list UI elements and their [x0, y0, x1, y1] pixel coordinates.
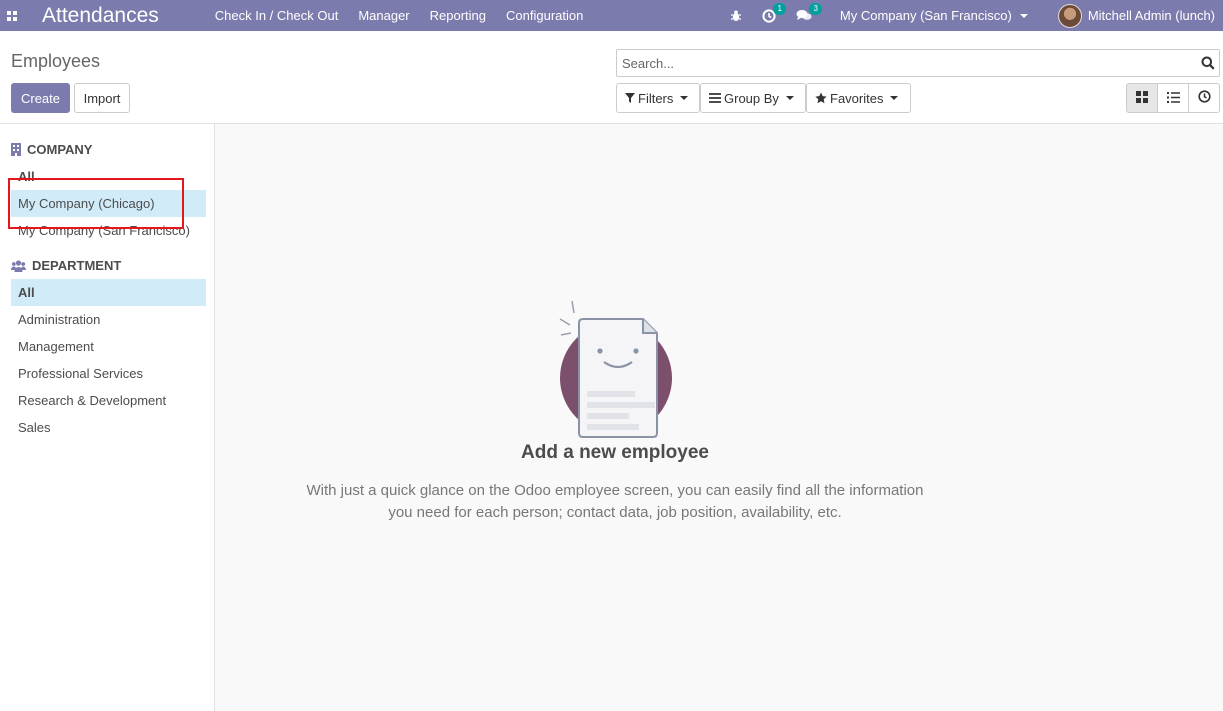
- page-title: Employees: [11, 51, 101, 71]
- filter-icon: [625, 93, 635, 103]
- activity-icon: [1197, 90, 1211, 106]
- filters-label: Filters: [638, 90, 674, 106]
- empty-state-title: Add a new employee: [521, 442, 709, 463]
- highlight-annotation-box: [8, 178, 184, 229]
- view-switcher: [1126, 83, 1220, 113]
- company-header-label: COMPANY: [27, 142, 93, 157]
- star-icon: [815, 92, 827, 104]
- messages-icon[interactable]: 3: [796, 3, 822, 22]
- search-input[interactable]: [617, 50, 1197, 76]
- department-item-management[interactable]: Management: [11, 333, 206, 360]
- filters-button[interactable]: Filters: [616, 83, 700, 113]
- chevron-down-icon: [890, 96, 899, 100]
- search-icon[interactable]: [1197, 56, 1219, 70]
- menu-reporting[interactable]: Reporting: [420, 8, 496, 23]
- main-menu: Check In / Check Out Manager Reporting C…: [205, 8, 594, 23]
- kanban-view-button[interactable]: [1126, 83, 1158, 113]
- search-bar: [616, 49, 1220, 77]
- app-title[interactable]: Attendances: [42, 4, 159, 28]
- activity-view-button[interactable]: [1188, 83, 1220, 113]
- department-item-all[interactable]: All: [11, 279, 206, 306]
- department-item-research-development[interactable]: Research & Development: [11, 387, 206, 414]
- list-view-button[interactable]: [1157, 83, 1189, 113]
- activity-clock-icon[interactable]: 1: [762, 2, 786, 23]
- bars-icon: [709, 93, 721, 103]
- favorites-label: Favorites: [830, 90, 884, 106]
- company-switcher-label: My Company (San Francisco): [839, 8, 1012, 23]
- menu-configuration[interactable]: Configuration: [496, 8, 593, 23]
- department-item-sales[interactable]: Sales: [11, 414, 206, 441]
- menu-manager[interactable]: Manager: [348, 8, 419, 23]
- bug-icon[interactable]: [730, 10, 742, 22]
- company-section-header: COMPANY: [11, 142, 92, 157]
- building-icon: [11, 143, 21, 156]
- chevron-down-icon: [680, 96, 689, 100]
- department-item-administration[interactable]: Administration: [11, 306, 206, 333]
- user-menu[interactable]: Mitchell Admin (lunch): [1057, 3, 1215, 28]
- apps-menu-icon[interactable]: [0, 0, 24, 31]
- activity-badge: 1: [773, 2, 786, 15]
- empty-state-text: With just a quick glance on the Odoo emp…: [306, 482, 924, 521]
- messages-badge: 3: [809, 3, 822, 15]
- user-name: Mitchell Admin (lunch): [1087, 8, 1215, 23]
- create-button[interactable]: Create: [11, 83, 70, 113]
- company-switcher[interactable]: My Company (San Francisco): [840, 8, 1028, 23]
- group-by-button[interactable]: Group By: [700, 83, 806, 113]
- department-item-professional-services[interactable]: Professional Services: [11, 360, 206, 387]
- smiling-document-icon: [557, 299, 677, 442]
- department-header-label: DEPARTMENT: [32, 258, 122, 273]
- menu-check-in-out[interactable]: Check In / Check Out: [205, 8, 349, 23]
- avatar: [1057, 3, 1082, 28]
- users-icon: [11, 259, 26, 272]
- navbar-systray: 1 3 My Company (San Francisco) Mitchell …: [730, 0, 1223, 31]
- kanban-empty-state: Add a new employee With just a quick gla…: [215, 124, 1223, 711]
- control-panel: Employees Create Import Filters Group By…: [0, 31, 1223, 124]
- kanban-icon: [1136, 90, 1148, 106]
- chevron-down-icon: [785, 96, 794, 100]
- chevron-down-icon: [1019, 13, 1028, 18]
- department-section-header: DEPARTMENT: [11, 258, 121, 273]
- favorites-button[interactable]: Favorites: [806, 83, 911, 113]
- group-by-label: Group By: [724, 90, 779, 106]
- import-button[interactable]: Import: [74, 83, 130, 113]
- top-navbar: Attendances Check In / Check Out Manager…: [0, 0, 1223, 31]
- list-icon: [1166, 91, 1180, 106]
